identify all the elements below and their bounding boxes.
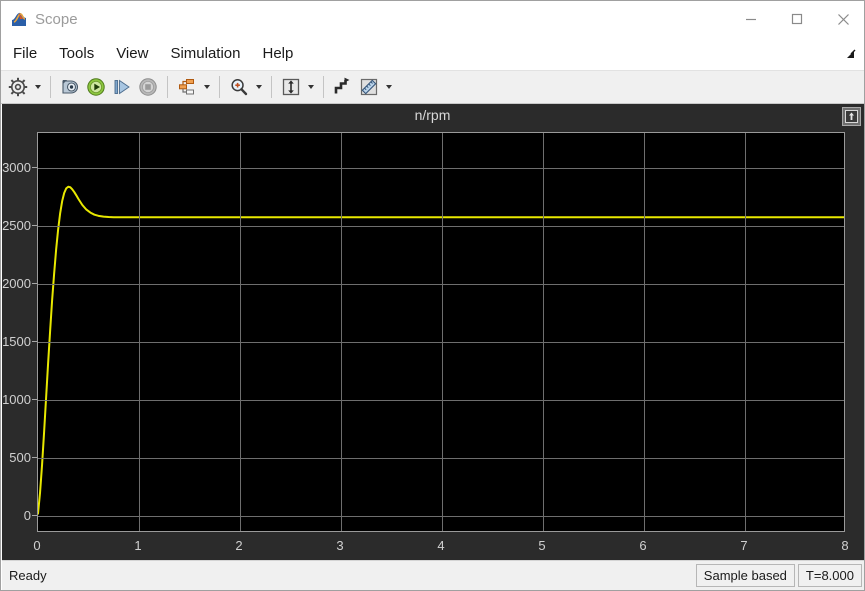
undock-arrow-icon[interactable] — [842, 47, 858, 63]
toolbar — [1, 70, 864, 104]
gridline-horizontal — [38, 226, 844, 227]
window-title: Scope — [35, 10, 78, 28]
x-tick-label: 8 — [841, 538, 849, 553]
menu-item-simulation[interactable]: Simulation — [160, 42, 250, 65]
minimize-icon[interactable] — [728, 1, 774, 37]
gridline-vertical — [644, 133, 645, 531]
gridline-vertical — [745, 133, 746, 531]
y-tick-label: 3000 — [2, 160, 31, 175]
rewind-button[interactable] — [57, 74, 83, 100]
trace-line — [38, 187, 844, 514]
y-tick-mark — [32, 283, 37, 284]
y-tick-label: 2000 — [2, 276, 31, 291]
y-tick-mark — [32, 225, 37, 226]
toolbar-separator-1 — [50, 76, 51, 98]
close-icon[interactable] — [820, 1, 864, 37]
gridline-vertical — [543, 133, 544, 531]
gridline-horizontal — [38, 342, 844, 343]
gridline-vertical — [442, 133, 443, 531]
y-tick-label: 2500 — [2, 218, 31, 233]
x-tick-label: 0 — [33, 538, 41, 553]
configuration-properties-caret[interactable] — [31, 74, 44, 100]
style-button[interactable] — [330, 74, 356, 100]
y-tick-mark — [32, 457, 37, 458]
maximize-icon[interactable] — [774, 1, 820, 37]
toolbar-separator-5 — [323, 76, 324, 98]
title-bar: Scope — [1, 1, 864, 37]
x-tick-label: 2 — [235, 538, 243, 553]
y-tick-mark — [32, 341, 37, 342]
y-tick-label: 1000 — [2, 392, 31, 407]
scope-window: Scope File Tools View Simulation Help 0 … — [0, 0, 865, 591]
x-tick-label: 4 — [437, 538, 445, 553]
run-button[interactable] — [83, 74, 109, 100]
y-tick-label: 1500 — [2, 334, 31, 349]
zoom-in-caret[interactable] — [252, 74, 265, 100]
window-controls — [728, 1, 864, 37]
y-tick-mark — [32, 399, 37, 400]
zoom-in-button[interactable] — [226, 74, 252, 100]
maximize-axes-icon[interactable] — [842, 107, 861, 126]
x-axis-ticks: 0 1 2 3 4 5 6 7 8 — [33, 533, 849, 555]
measurements-button[interactable] — [356, 74, 382, 100]
autoscale-caret[interactable] — [304, 74, 317, 100]
x-tick-label: 7 — [740, 538, 748, 553]
y-tick-mark — [32, 515, 37, 516]
x-tick-label: 1 — [134, 538, 142, 553]
menu-item-help[interactable]: Help — [253, 42, 304, 65]
measurements-caret[interactable] — [382, 74, 395, 100]
gridline-horizontal — [38, 168, 844, 169]
status-sample-mode: Sample based — [695, 564, 795, 587]
gridline-vertical — [341, 133, 342, 531]
gridline-vertical — [240, 133, 241, 531]
gridline-vertical — [139, 133, 140, 531]
status-text: Ready — [9, 568, 47, 583]
signal-selection-button[interactable] — [174, 74, 200, 100]
y-tick-label: 0 — [23, 508, 31, 523]
status-bar: Ready Sample based T=8.000 — [2, 560, 864, 590]
toolbar-separator-3 — [219, 76, 220, 98]
stop-button[interactable] — [135, 74, 161, 100]
menu-item-file[interactable]: File — [3, 42, 47, 65]
gridline-horizontal — [38, 284, 844, 285]
autoscale-button[interactable] — [278, 74, 304, 100]
menu-bar: File Tools View Simulation Help — [1, 37, 864, 70]
gridline-horizontal — [38, 516, 844, 517]
x-tick-label: 6 — [639, 538, 647, 553]
y-tick-mark — [32, 167, 37, 168]
y-axis-ticks: 0 500 1000 1500 2000 2500 3000 — [2, 132, 37, 532]
menu-item-view[interactable]: View — [106, 42, 158, 65]
scope-display: 0 500 1000 1500 2000 2500 3000 0 1 2 3 4 5 6 7 8 — [2, 104, 864, 560]
toolbar-separator-4 — [271, 76, 272, 98]
gridline-horizontal — [38, 458, 844, 459]
menu-item-tools[interactable]: Tools — [49, 42, 104, 65]
status-time: T=8.000 — [797, 564, 862, 587]
y-tick-label: 500 — [9, 450, 31, 465]
signal-trace — [38, 133, 844, 531]
plot-area[interactable] — [37, 132, 845, 532]
toolbar-separator-2 — [167, 76, 168, 98]
x-tick-label: 5 — [538, 538, 546, 553]
x-tick-label: 3 — [336, 538, 344, 553]
gridline-horizontal — [38, 400, 844, 401]
configuration-properties-button[interactable] — [5, 74, 31, 100]
step-forward-button[interactable] — [109, 74, 135, 100]
matlab-scope-icon — [11, 11, 27, 27]
status-right-group: Sample based T=8.000 — [693, 564, 862, 587]
signal-selection-caret[interactable] — [200, 74, 213, 100]
